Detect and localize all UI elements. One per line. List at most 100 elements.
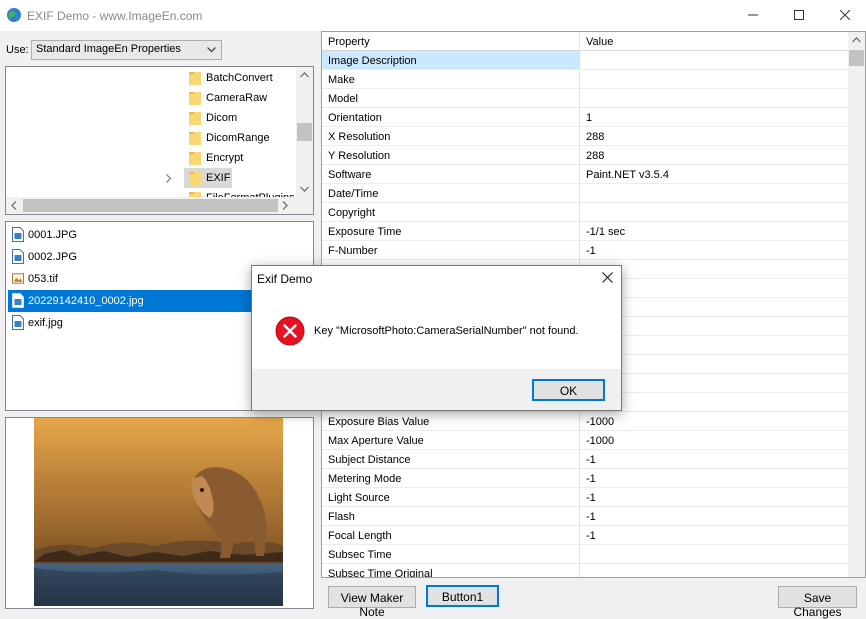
grid-vscroll-thumb[interactable] [849, 50, 864, 66]
chevron-right-icon[interactable] [282, 201, 288, 210]
property-name: F-Number [328, 245, 378, 257]
property-name: Focal Length [328, 530, 392, 542]
close-icon[interactable] [602, 272, 613, 283]
grid-row[interactable]: Make [322, 70, 850, 89]
close-icon [840, 10, 850, 20]
tree-hscroll-thumb[interactable] [23, 199, 278, 212]
dialog-title: Exif Demo [257, 272, 313, 286]
grid-row[interactable]: X Resolution 288 [322, 127, 850, 146]
tree-item-encrypt[interactable]: Encrypt [184, 148, 294, 168]
property-value[interactable]: -1 [586, 492, 596, 504]
header-property[interactable]: Property [328, 36, 370, 48]
chevron-down-icon [207, 47, 216, 53]
property-name: Copyright [328, 207, 376, 219]
maximize-button[interactable] [776, 0, 822, 31]
property-name: Y Resolution [328, 150, 391, 162]
image-file-icon [12, 315, 24, 330]
grid-header: Property Value [322, 32, 850, 51]
properties-dropdown-value: Standard ImageEn Properties [36, 43, 181, 55]
folder-icon [189, 72, 201, 85]
property-value[interactable]: -1000 [586, 416, 614, 428]
property-name: Subsec Time [328, 549, 392, 561]
chevron-right-icon[interactable] [166, 174, 172, 183]
close-button[interactable] [822, 0, 866, 31]
grid-row[interactable]: Model [322, 89, 850, 108]
grid-row[interactable]: Orientation 1 [322, 108, 850, 127]
tree-vscroll-thumb[interactable] [297, 123, 312, 141]
tree-item-cameraraw[interactable]: CameraRaw [184, 88, 294, 108]
property-name: Light Source [328, 492, 390, 504]
property-value[interactable]: -1 [586, 530, 596, 542]
button1[interactable]: Button1 [426, 585, 499, 607]
grid-row[interactable]: F-Number -1 [322, 241, 850, 260]
chevron-up-icon[interactable] [852, 37, 861, 43]
grid-row[interactable]: Exposure Time -1/1 sec [322, 222, 850, 241]
property-name: Exposure Time [328, 226, 402, 238]
window-title: EXIF Demo - www.ImageEn.com [27, 9, 203, 23]
property-value[interactable]: -1000 [586, 435, 614, 447]
file-item-0001-jpg[interactable]: 0001.JPG [8, 224, 311, 246]
property-name: Subsec Time Original [328, 568, 433, 578]
property-value[interactable]: -1/1 sec [586, 226, 625, 238]
grid-row[interactable]: Date/Time [322, 184, 850, 203]
error-dialog[interactable]: Exif Demo Key "MicrosoftPhoto:CameraSeri… [251, 265, 622, 411]
property-name: Subject Distance [328, 454, 411, 466]
grid-row[interactable]: Y Resolution 288 [322, 146, 850, 165]
minimize-button[interactable] [730, 0, 776, 31]
error-icon [275, 316, 305, 346]
tree-item-batchconvert[interactable]: BatchConvert [184, 68, 294, 88]
property-name: Date/Time [328, 188, 379, 200]
grid-row[interactable]: Subject Distance -1 [322, 450, 850, 469]
grid-row[interactable]: Light Source -1 [322, 488, 850, 507]
grid-row[interactable]: Flash -1 [322, 507, 850, 526]
grid-row[interactable]: Subsec Time [322, 545, 850, 564]
property-value[interactable]: -1 [586, 454, 596, 466]
grid-row[interactable]: Copyright [322, 203, 850, 222]
property-value[interactable]: -1 [586, 245, 596, 257]
property-value[interactable]: 288 [586, 131, 604, 143]
grid-vertical-scrollbar[interactable] [848, 32, 865, 577]
property-name: Software [328, 169, 372, 181]
property-value[interactable]: -1 [586, 511, 596, 523]
property-value[interactable]: Paint.NET v3.5.4 [586, 169, 669, 181]
save-changes-button[interactable]: Save Changes [778, 586, 857, 619]
view-maker-note-button[interactable]: View Maker Note [328, 586, 416, 619]
chevron-left-icon[interactable] [11, 201, 17, 210]
dialog-footer: OK [252, 369, 621, 410]
header-value[interactable]: Value [586, 36, 613, 48]
tree-item-dicomrange[interactable]: DicomRange [184, 128, 294, 148]
tree-item-dicom[interactable]: Dicom [184, 108, 294, 128]
grid-row[interactable]: Exposure Bias Value -1000 [322, 412, 850, 431]
grid-row[interactable]: Max Aperture Value -1000 [322, 431, 850, 450]
chevron-down-icon[interactable] [300, 186, 309, 192]
globe-app-icon [7, 8, 21, 22]
property-value[interactable]: 288 [586, 150, 604, 162]
property-value[interactable]: -1 [586, 473, 596, 485]
folder-tree[interactable]: BatchConvert CameraRaw Dicom DicomRange … [5, 66, 314, 215]
grid-row[interactable]: Software Paint.NET v3.5.4 [322, 165, 850, 184]
image-preview [5, 417, 314, 609]
tree-horizontal-scrollbar[interactable] [6, 197, 313, 214]
folder-icon [189, 152, 201, 165]
grid-row[interactable]: Metering Mode -1 [322, 469, 850, 488]
chevron-up-icon[interactable] [300, 72, 309, 78]
property-name: Image Description [328, 55, 417, 67]
folder-icon [189, 92, 201, 105]
property-name: Make [328, 74, 355, 86]
property-name: Flash [328, 511, 355, 523]
property-name: Max Aperture Value [328, 435, 424, 447]
property-value[interactable]: 1 [586, 112, 592, 124]
property-name: X Resolution [328, 131, 391, 143]
ok-button[interactable]: OK [532, 379, 605, 401]
folder-icon [189, 132, 201, 145]
grid-row[interactable]: Focal Length -1 [322, 526, 850, 545]
folder-open-icon [189, 172, 201, 185]
properties-dropdown[interactable]: Standard ImageEn Properties [31, 40, 222, 60]
tree-item-exif[interactable]: EXIF [184, 168, 232, 188]
image-file-icon [12, 293, 24, 308]
property-name: Metering Mode [328, 473, 402, 485]
tif-file-icon [12, 273, 24, 284]
tree-vertical-scrollbar[interactable] [296, 67, 313, 197]
grid-row[interactable]: Image Description [322, 51, 850, 70]
grid-row[interactable]: Subsec Time Original [322, 564, 850, 578]
